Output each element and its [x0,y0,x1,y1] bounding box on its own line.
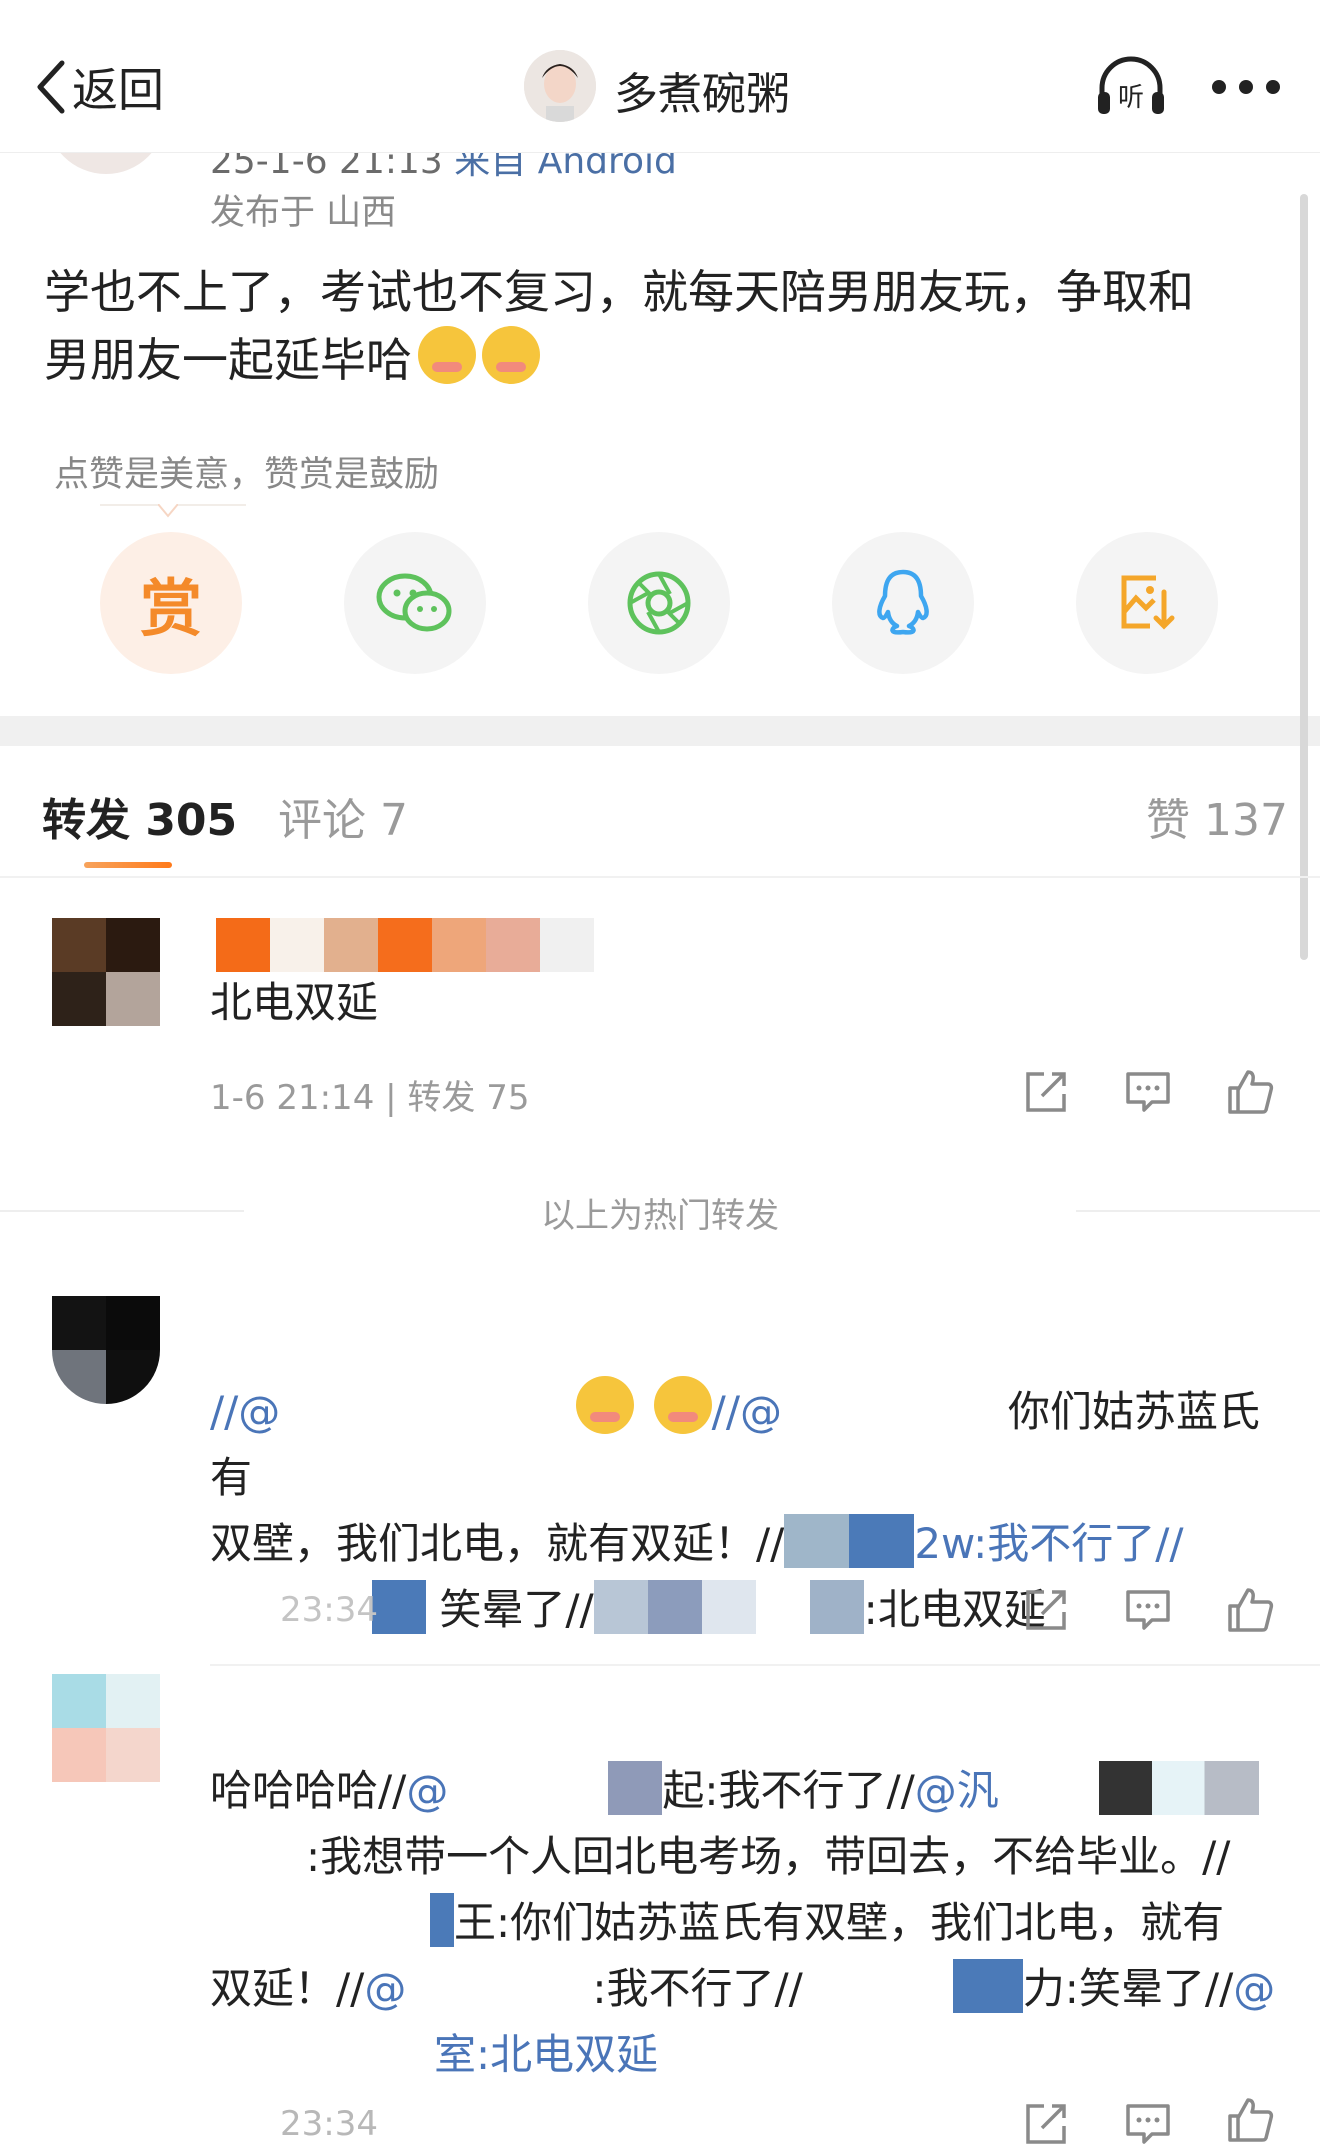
share-qq-button[interactable] [832,532,974,674]
post-text-line: 学也不上了，考试也不复习，就每天陪男朋友玩，争取和 [44,265,1194,319]
forward-line: 哈哈哈哈//@ 起:我不行了//@汎 [210,1758,1290,1824]
forward-line: 室:北电双延 [210,2022,1290,2088]
like-icon[interactable] [1226,2096,1274,2144]
tab-comments[interactable]: 评论 7 [278,784,408,848]
reward-icon: 赏 [139,572,202,645]
profile-photo-icon [524,50,596,122]
top-nav-bar: 返回 多煮碗粥 听 [0,0,1320,153]
blushing-emoji-icon [482,326,540,384]
forward-line: :我想带一个人回北电考场，带回去，不给毕业。// [210,1824,1290,1890]
like-icon[interactable] [1226,1586,1274,1634]
mention-link[interactable]: @汎 [915,1766,999,1815]
caret-icon [158,504,178,518]
dot-icon [1212,80,1226,94]
blurred-username[interactable] [216,918,596,972]
listen-button[interactable]: 听 [1094,54,1168,118]
comment-icon[interactable] [1124,2100,1172,2148]
avatar[interactable] [52,918,160,1026]
forward-line-text: 双延！// [210,1964,365,2013]
post-body: 学也不上了，考试也不复习，就每天陪男朋友玩，争取和 男朋友一起延毕哈 [44,258,1284,394]
forward-line-text: 室:北电双延 [434,2030,659,2079]
tab-forward[interactable]: 转发 305 [42,784,237,848]
mention-link[interactable]: @ [364,1964,406,2013]
forward-line: 双延！//@:我不行了//力:笑晕了//@ [210,1956,1290,2022]
divider [0,876,1320,878]
avatar[interactable] [524,50,596,122]
more-options-button[interactable] [1212,80,1280,96]
mention-link[interactable]: 2w:我不行了// [914,1519,1183,1568]
svg-text:听: 听 [1118,83,1144,113]
back-label: 返回 [72,63,164,117]
dot-icon [1266,80,1280,94]
forward-meta: 1-6 21:14 | 转发 75 [210,1078,530,1118]
forward-text: 哈哈哈哈//@ 起:我不行了//@汎 :我想带一个人回北电考场，带回去，不给毕业。… [210,1758,1290,2088]
mention-link[interactable]: //@ [210,1387,280,1436]
post-text-line: 男朋友一起延毕哈 [44,333,412,387]
reward-button[interactable]: 赏 [100,532,242,674]
save-image-icon [1121,575,1175,630]
repost-icon[interactable] [1022,1068,1070,1116]
forward-line-text: 力:笑晕了// [1022,1964,1234,2013]
forward-line: 双壁，我们北电，就有双延！// 2w:我不行了// [210,1511,1290,1577]
comment-icon[interactable] [1124,1068,1172,1116]
scrollbar[interactable] [1300,194,1308,960]
post-text-line-2: 男朋友一起延毕哈 [44,326,1284,394]
repost-icon[interactable] [1022,1586,1070,1634]
divider [210,1664,1320,1666]
hot-forward-label: 以上为热门转发 [541,1196,779,1236]
forward-line-text: 起:我不行了// [662,1766,915,1815]
share-wechat-button[interactable] [344,532,486,674]
page-title[interactable]: 多煮碗粥 [614,58,790,122]
forward-time: 23:34 [280,2104,378,2144]
forward-time: 23:34 [280,1590,378,1630]
wechat-icon [376,573,452,632]
save-image-button[interactable] [1076,532,1218,674]
mention-link[interactable]: @ [1233,1964,1275,2013]
comment-icon[interactable] [1124,1586,1172,1634]
section-separator [0,716,1320,746]
publish-location: 发布于 山西 [210,193,397,233]
forward-line-text: :我想带一个人回北电考场，带回去，不给毕业。// [306,1832,1231,1881]
blushing-emoji-icon [653,1376,712,1434]
mention-link[interactable]: //@ [712,1387,782,1436]
dot-icon [1239,80,1253,94]
forward-line-text: :我不行了// [592,1964,803,2013]
active-tab-indicator [84,862,172,868]
headphones-icon: 听 [1098,56,1164,114]
share-moments-button[interactable] [588,532,730,674]
like-icon[interactable] [1226,1068,1274,1116]
forward-line: //@ //@ 你们姑苏蓝氏有 [210,1376,1290,1511]
moments-icon [627,571,691,635]
blushing-emoji-icon [418,326,476,384]
forward-line-text: 笑晕了// [439,1585,594,1634]
forward-line-text: :北电双延 [863,1585,1046,1634]
avatar[interactable] [52,1296,160,1404]
forward-line-text: 哈哈哈哈// [210,1766,407,1815]
forward-text: 北电双延 [210,978,379,1027]
qq-icon [877,569,929,635]
chevron-left-icon [37,60,65,114]
mention-link[interactable]: @ [406,1766,448,1815]
blushing-emoji-icon [576,1376,635,1434]
forward-line-text: 王:你们姑苏蓝氏有双壁，我们北电，就有 [454,1898,1225,1947]
back-button[interactable]: 返回 [34,54,164,120]
avatar[interactable] [52,1674,160,1782]
forward-line: 王:你们姑苏蓝氏有双壁，我们北电，就有 [210,1890,1290,1956]
repost-icon[interactable] [1022,2100,1070,2148]
tab-likes[interactable]: 赞 137 [1146,784,1288,848]
reward-tip: 点赞是美意，赞赏是鼓励 [54,455,440,495]
forward-line-text: 双壁，我们北电，就有双延！// [210,1519,785,1568]
